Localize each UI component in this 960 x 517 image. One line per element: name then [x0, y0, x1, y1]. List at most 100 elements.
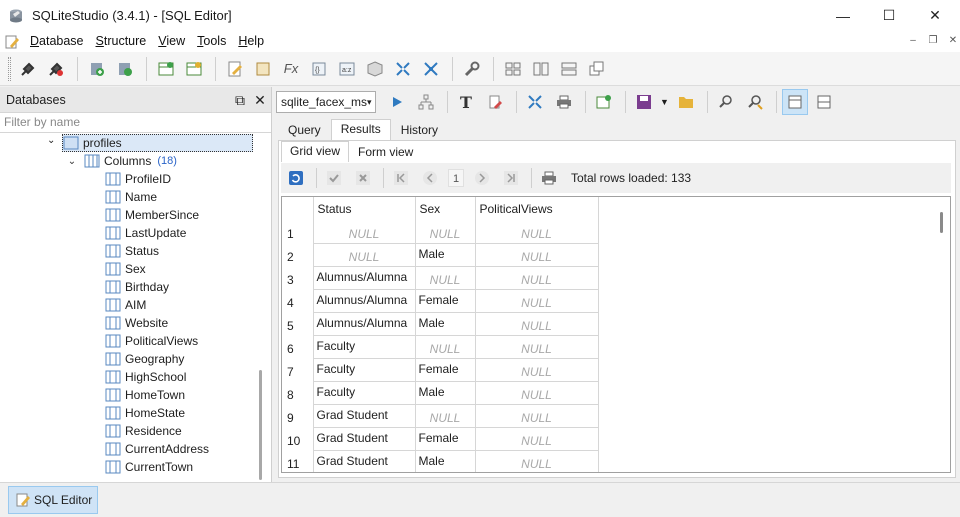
tree-item-column[interactable]: HomeTown — [105, 386, 185, 404]
mdi-minimize-button[interactable]: – — [904, 33, 922, 49]
row-number[interactable]: 9 — [282, 404, 314, 427]
column-header-politicalviews[interactable]: PoliticalViews — [475, 197, 599, 220]
cell-status[interactable]: Alumnus/Alumna — [313, 312, 416, 336]
cell-politicalviews[interactable]: NULL — [475, 289, 599, 313]
tree-item-column[interactable]: Birthday — [105, 278, 169, 296]
settings-button[interactable] — [459, 56, 485, 82]
table-row[interactable]: 8 Faculty Male NULL — [282, 381, 599, 405]
cascade-windows-button[interactable] — [418, 56, 444, 82]
menu-structure[interactable]: Structure — [90, 31, 153, 52]
table-row[interactable]: 10 Grad Student Female NULL — [282, 427, 599, 451]
cell-politicalviews[interactable]: NULL — [475, 243, 599, 267]
tree-item-column[interactable]: AIM — [105, 296, 146, 314]
tree-item-column[interactable]: Website — [105, 314, 168, 332]
row-number[interactable]: 11 — [282, 450, 314, 472]
task-sql-editor[interactable]: SQL Editor — [8, 486, 98, 514]
chevron-down-icon[interactable]: ⌄ — [66, 156, 78, 167]
cell-sex[interactable]: Male — [415, 243, 476, 267]
cell-sex[interactable]: Male — [415, 312, 476, 336]
print-results-button[interactable] — [538, 167, 560, 189]
menu-tools[interactable]: Tools — [191, 31, 232, 52]
cell-politicalviews[interactable]: NULL — [475, 381, 599, 405]
cell-politicalviews[interactable]: NULL — [475, 220, 599, 244]
row-number[interactable]: 5 — [282, 312, 314, 335]
maximize-button[interactable]: ☐ — [866, 0, 912, 31]
snippets-button[interactable] — [362, 56, 388, 82]
find-replace-button[interactable] — [742, 89, 768, 115]
close-panel-icon[interactable]: ✕ — [251, 91, 269, 109]
row-number[interactable]: 4 — [282, 289, 314, 312]
cell-politicalviews[interactable]: NULL — [475, 450, 599, 472]
tree-item-column[interactable]: Geography — [105, 350, 184, 368]
save-sql-button[interactable] — [631, 89, 657, 115]
execute-query-button[interactable] — [384, 89, 410, 115]
tab-grid-view[interactable]: Grid view — [281, 141, 350, 162]
execute-all-button[interactable] — [522, 89, 548, 115]
tree-item-column[interactable]: CurrentTown — [105, 458, 193, 476]
row-number[interactable]: 3 — [282, 266, 314, 289]
mdi-close-button[interactable]: ✕ — [944, 33, 960, 49]
cell-politicalviews[interactable]: NULL — [475, 358, 599, 382]
cell-politicalviews[interactable]: NULL — [475, 266, 599, 290]
extensions-button[interactable]: a:z — [334, 56, 360, 82]
next-page-button[interactable] — [471, 167, 493, 189]
chevron-down-icon[interactable]: ⌄ — [47, 135, 55, 146]
cell-status[interactable]: NULL — [313, 243, 416, 267]
save-dropdown-icon[interactable]: ▼ — [660, 97, 669, 107]
cell-status[interactable]: Grad Student — [313, 427, 416, 451]
create-view-button[interactable] — [591, 89, 617, 115]
tile-windows-button[interactable] — [390, 56, 416, 82]
row-number[interactable]: 10 — [282, 427, 314, 450]
add-database-button[interactable] — [84, 56, 110, 82]
tile-grid-button[interactable] — [500, 56, 526, 82]
new-table-button[interactable] — [153, 56, 179, 82]
layout-vertical-button[interactable] — [811, 89, 837, 115]
cell-status[interactable]: Faculty — [313, 358, 416, 382]
menu-view[interactable]: View — [152, 31, 191, 52]
grid-scrollbar[interactable] — [940, 212, 943, 233]
cell-status[interactable]: Faculty — [313, 381, 416, 405]
clear-query-button[interactable] — [482, 89, 508, 115]
tab-form-view[interactable]: Form view — [349, 142, 422, 162]
format-sql-button[interactable]: T — [453, 89, 479, 115]
cell-status[interactable]: Alumnus/Alumna — [313, 266, 416, 290]
cell-sex[interactable]: NULL — [415, 266, 476, 290]
tree-item-profiles[interactable]: profiles — [62, 134, 253, 152]
cell-sex[interactable]: Male — [415, 381, 476, 405]
menu-help[interactable]: Help — [232, 31, 270, 52]
refresh-button[interactable] — [285, 167, 307, 189]
column-header-status[interactable]: Status — [313, 197, 416, 220]
layout-horizontal-button[interactable] — [781, 89, 808, 115]
cell-politicalviews[interactable]: NULL — [475, 335, 599, 359]
prev-page-button[interactable] — [419, 167, 441, 189]
menu-database[interactable]: Database — [24, 31, 90, 52]
tree-item-column[interactable]: ProfileID — [105, 170, 171, 188]
cell-sex[interactable]: Female — [415, 427, 476, 451]
last-page-button[interactable] — [500, 167, 522, 189]
disconnect-db-button[interactable] — [43, 56, 69, 82]
tree-item-column[interactable]: MemberSince — [105, 206, 199, 224]
row-number[interactable]: 2 — [282, 243, 314, 266]
cascade-layout-button[interactable] — [584, 56, 610, 82]
undock-icon[interactable]: ⧉ — [231, 91, 249, 109]
tree-item-column[interactable]: CurrentAddress — [105, 440, 209, 458]
tree-item-column[interactable]: HomeState — [105, 404, 185, 422]
table-row[interactable]: 9 Grad Student NULL NULL — [282, 404, 599, 428]
cell-sex[interactable]: Female — [415, 358, 476, 382]
database-select[interactable]: sqlite_facex_ms ▾ — [276, 91, 376, 113]
edit-table-button[interactable] — [181, 56, 207, 82]
table-row[interactable]: 3 Alumnus/Alumna NULL NULL — [282, 266, 599, 290]
row-number[interactable]: 8 — [282, 381, 314, 404]
open-sql-editor-button[interactable] — [222, 56, 248, 82]
ddl-history-button[interactable] — [250, 56, 276, 82]
tab-history[interactable]: History — [391, 120, 448, 140]
close-button[interactable]: ✕ — [912, 0, 958, 31]
row-number[interactable]: 1 — [282, 220, 314, 243]
tree-item-columns[interactable]: ⌄ Columns (18) — [66, 152, 177, 170]
page-number[interactable]: 1 — [448, 169, 464, 187]
cell-politicalviews[interactable]: NULL — [475, 312, 599, 336]
cell-sex[interactable]: NULL — [415, 404, 476, 428]
cell-status[interactable]: NULL — [313, 220, 416, 244]
table-row[interactable]: 11 Grad Student Male NULL — [282, 450, 599, 472]
open-sql-file-button[interactable] — [673, 89, 699, 115]
